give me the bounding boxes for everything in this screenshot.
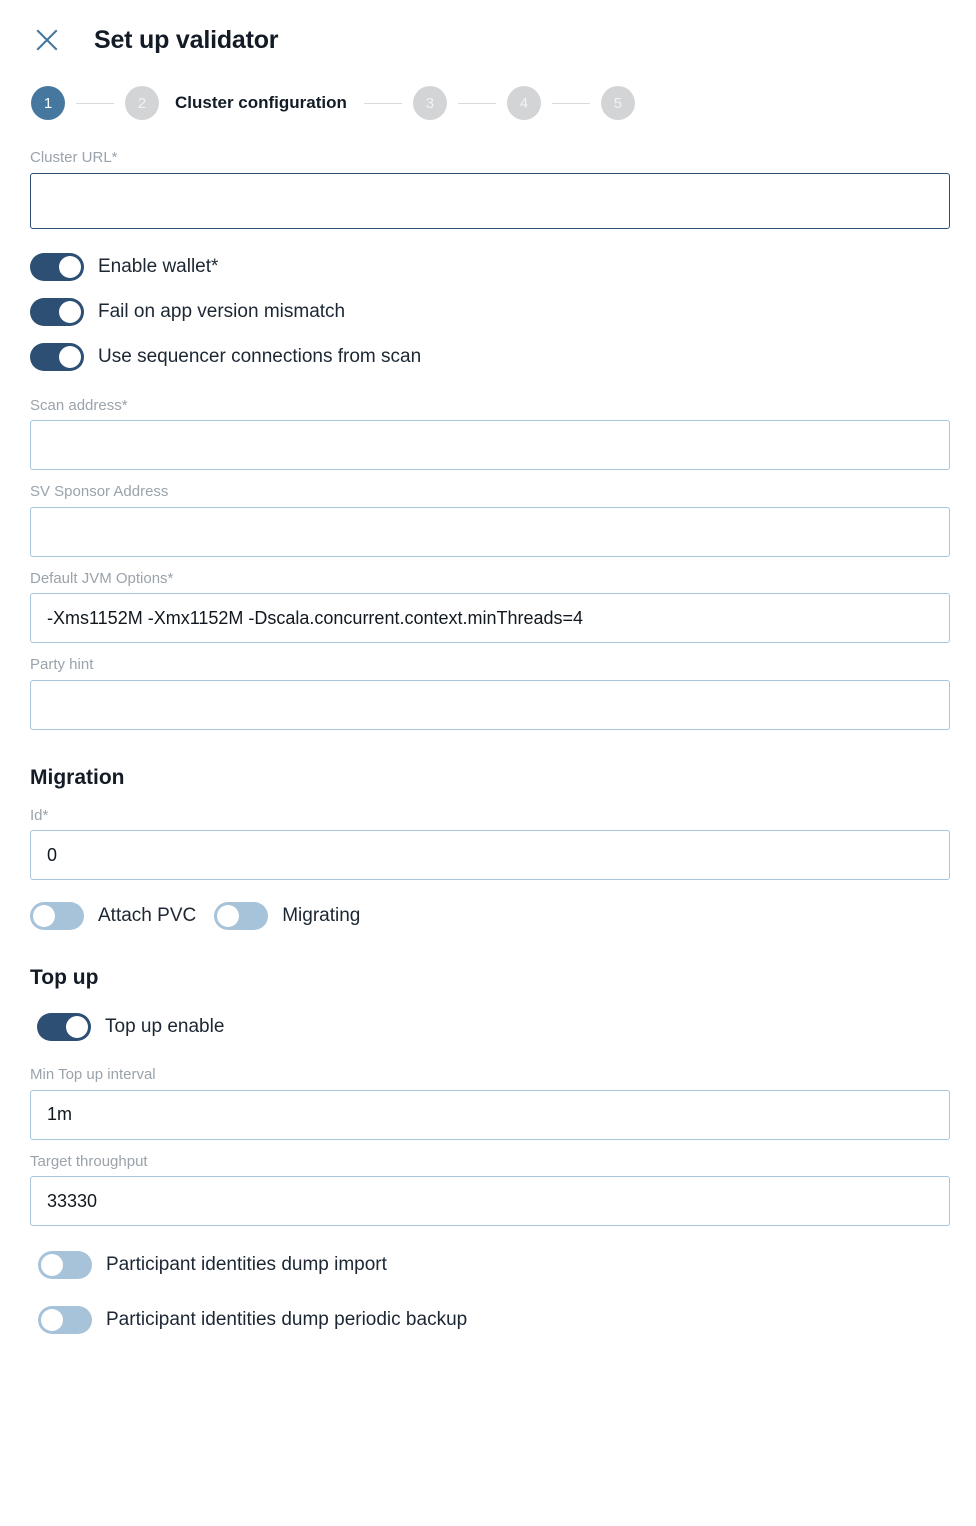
party-hint-input[interactable] — [30, 679, 950, 730]
stepper: 1 2 Cluster configuration 3 4 5 — [0, 84, 976, 122]
fail-on-app-version-mismatch-toggle[interactable] — [30, 297, 84, 326]
field-sv-sponsor-address: SV Sponsor Address — [30, 482, 950, 557]
stepper-step-5-number: 5 — [613, 94, 623, 112]
stepper-connector-4 — [551, 102, 590, 104]
field-target-throughput: Target throughput — [30, 1152, 950, 1226]
scan-address-input[interactable] — [30, 420, 950, 470]
field-default-jvm-options: Default JVM Options* — [30, 569, 950, 643]
field-migration-id: Id* — [30, 806, 950, 880]
close-icon-glyph — [36, 29, 58, 51]
party-hint-label: Party hint — [30, 656, 94, 673]
stepper-step-2-label: Cluster configuration — [175, 93, 347, 112]
setup-validator-dialog: Set up validator 1 2 Cluster configurati… — [0, 0, 976, 1526]
use-sequencer-connections-from-scan-toggle-knob — [59, 345, 81, 368]
migrating-label: Migrating — [282, 905, 361, 926]
target-throughput-input[interactable] — [30, 1176, 950, 1226]
cluster-url-label: Cluster URL* — [30, 149, 118, 166]
stepper-step-1-number: 1 — [43, 94, 53, 112]
stepper-step-3[interactable]: 3 — [412, 86, 447, 120]
sv-sponsor-address-label: SV Sponsor Address — [30, 483, 169, 500]
default-jvm-options-input[interactable] — [30, 593, 950, 643]
top-up-section-title: Top up — [30, 966, 99, 989]
toggle-row-migration-flags: Attach PVC Migrating — [30, 899, 950, 933]
participant-identities-dump-periodic-backup-label: Participant identities dump periodic bac… — [106, 1309, 468, 1330]
attach-pvc-toggle-knob — [33, 905, 55, 927]
close-icon[interactable] — [30, 23, 64, 57]
min-top-up-interval-label: Min Top up interval — [30, 1066, 156, 1083]
page-title: Set up validator — [94, 25, 279, 54]
use-sequencer-connections-from-scan-label: Use sequencer connections from scan — [98, 345, 422, 367]
participant-identities-dump-periodic-backup-toggle[interactable] — [38, 1306, 92, 1334]
toggle-row-participant-dump-periodic-backup[interactable]: Participant identities dump periodic bac… — [38, 1303, 950, 1337]
top-up-enable-label: Top up enable — [105, 1016, 225, 1037]
default-jvm-options-label: Default JVM Options* — [30, 569, 174, 587]
fail-on-app-version-mismatch-label: Fail on app version mismatch — [98, 300, 346, 322]
toggle-row-enable-wallet[interactable]: Enable wallet* — [30, 250, 950, 284]
field-party-hint: Party hint — [30, 655, 950, 730]
toggle-row-fail-on-app-version-mismatch[interactable]: Fail on app version mismatch — [30, 295, 950, 329]
field-min-top-up-interval: Min Top up interval — [30, 1065, 950, 1140]
top-up-enable-toggle[interactable] — [37, 1013, 91, 1041]
min-top-up-interval-input[interactable] — [30, 1089, 950, 1140]
scan-address-label: Scan address* — [30, 396, 128, 414]
field-scan-address: Scan address* — [30, 396, 950, 470]
migrating-toggle[interactable] — [214, 902, 269, 930]
migration-id-label: Id* — [30, 806, 49, 824]
participant-identities-dump-import-toggle[interactable] — [38, 1251, 92, 1279]
participant-identities-dump-import-label: Participant identities dump import — [106, 1254, 387, 1275]
dialog-header: Set up validator — [0, 0, 976, 58]
enable-wallet-label: Enable wallet* — [98, 255, 219, 277]
sv-sponsor-address-input[interactable] — [30, 506, 950, 557]
validator-form: Cluster URL* Enable wallet* Fail on app … — [0, 148, 976, 1337]
stepper-step-4[interactable]: 4 — [506, 86, 541, 120]
participant-identities-dump-periodic-backup-toggle-knob — [41, 1309, 63, 1331]
use-sequencer-connections-from-scan-toggle[interactable] — [30, 342, 84, 371]
migration-section-title: Migration — [30, 765, 125, 789]
stepper-step-1[interactable]: 1 — [31, 86, 65, 120]
stepper-connector-3 — [457, 102, 496, 104]
target-throughput-label: Target throughput — [30, 1152, 148, 1170]
enable-wallet-toggle[interactable] — [30, 252, 84, 281]
toggle-row-top-up-enable[interactable]: Top up enable — [37, 1010, 950, 1044]
stepper-step-3-number: 3 — [425, 94, 435, 112]
cluster-url-input[interactable] — [30, 172, 950, 229]
toggle-row-participant-dump-import[interactable]: Participant identities dump import — [38, 1248, 950, 1282]
stepper-step-4-number: 4 — [519, 94, 529, 112]
stepper-step-5[interactable]: 5 — [600, 86, 635, 120]
stepper-connector-2 — [363, 102, 402, 104]
enable-wallet-toggle-knob — [59, 255, 81, 278]
top-up-enable-toggle-knob — [66, 1016, 88, 1038]
attach-pvc-label: Attach PVC — [98, 905, 197, 926]
toggle-row-use-sequencer-connections-from-scan[interactable]: Use sequencer connections from scan — [30, 340, 950, 374]
fail-on-app-version-mismatch-toggle-knob — [59, 300, 81, 323]
stepper-connector-1 — [76, 102, 114, 104]
attach-pvc-toggle[interactable] — [30, 902, 84, 930]
field-cluster-url: Cluster URL* — [30, 148, 950, 229]
participant-identities-dump-import-toggle-knob — [41, 1254, 63, 1276]
migration-id-input[interactable] — [30, 830, 950, 880]
stepper-step-2-number: 2 — [137, 94, 147, 112]
stepper-step-2[interactable]: 2 — [125, 86, 159, 120]
migrating-toggle-knob — [217, 905, 240, 927]
